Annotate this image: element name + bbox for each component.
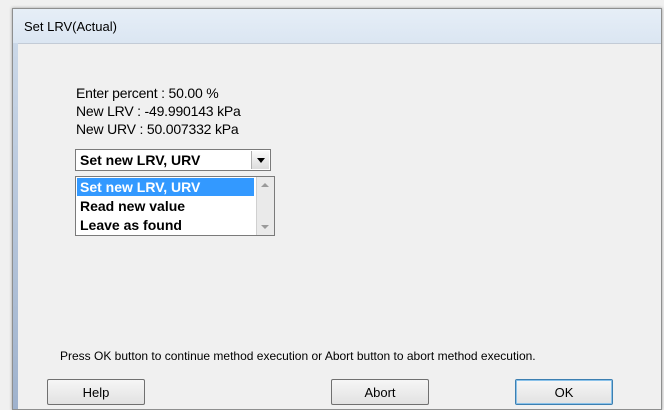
scroll-down-icon[interactable] xyxy=(261,225,269,229)
new-lrv-label: New LRV : -49.990143 kPa xyxy=(76,103,241,119)
percent-label: Enter percent : 50.00 % xyxy=(76,85,219,101)
listbox-scrollbar[interactable] xyxy=(256,177,274,235)
ok-button[interactable]: OK xyxy=(515,379,613,405)
action-combobox[interactable]: Set new LRV, URV xyxy=(75,149,271,171)
window-title: Set LRV(Actual) xyxy=(24,19,117,34)
help-button[interactable]: Help xyxy=(47,379,145,405)
instruction-message: Press OK button to continue method execu… xyxy=(60,349,536,363)
title-bar[interactable]: Set LRV(Actual) xyxy=(13,9,661,44)
list-item[interactable]: Leave as found xyxy=(77,216,254,234)
side-decoration xyxy=(13,43,18,409)
chevron-down-icon xyxy=(256,157,265,163)
combobox-selected-value: Set new LRV, URV xyxy=(80,152,201,168)
scroll-up-icon[interactable] xyxy=(261,183,269,187)
dialog-window: Set LRV(Actual) Enter percent : 50.00 % … xyxy=(12,8,662,410)
list-item[interactable]: Set new LRV, URV xyxy=(77,178,254,196)
new-urv-label: New URV : 50.007332 kPa xyxy=(76,121,239,137)
options-listbox[interactable]: Set new LRV, URV Read new value Leave as… xyxy=(75,176,275,236)
abort-button[interactable]: Abort xyxy=(331,379,429,405)
list-item[interactable]: Read new value xyxy=(77,197,254,215)
combobox-dropdown-button[interactable] xyxy=(251,151,269,169)
